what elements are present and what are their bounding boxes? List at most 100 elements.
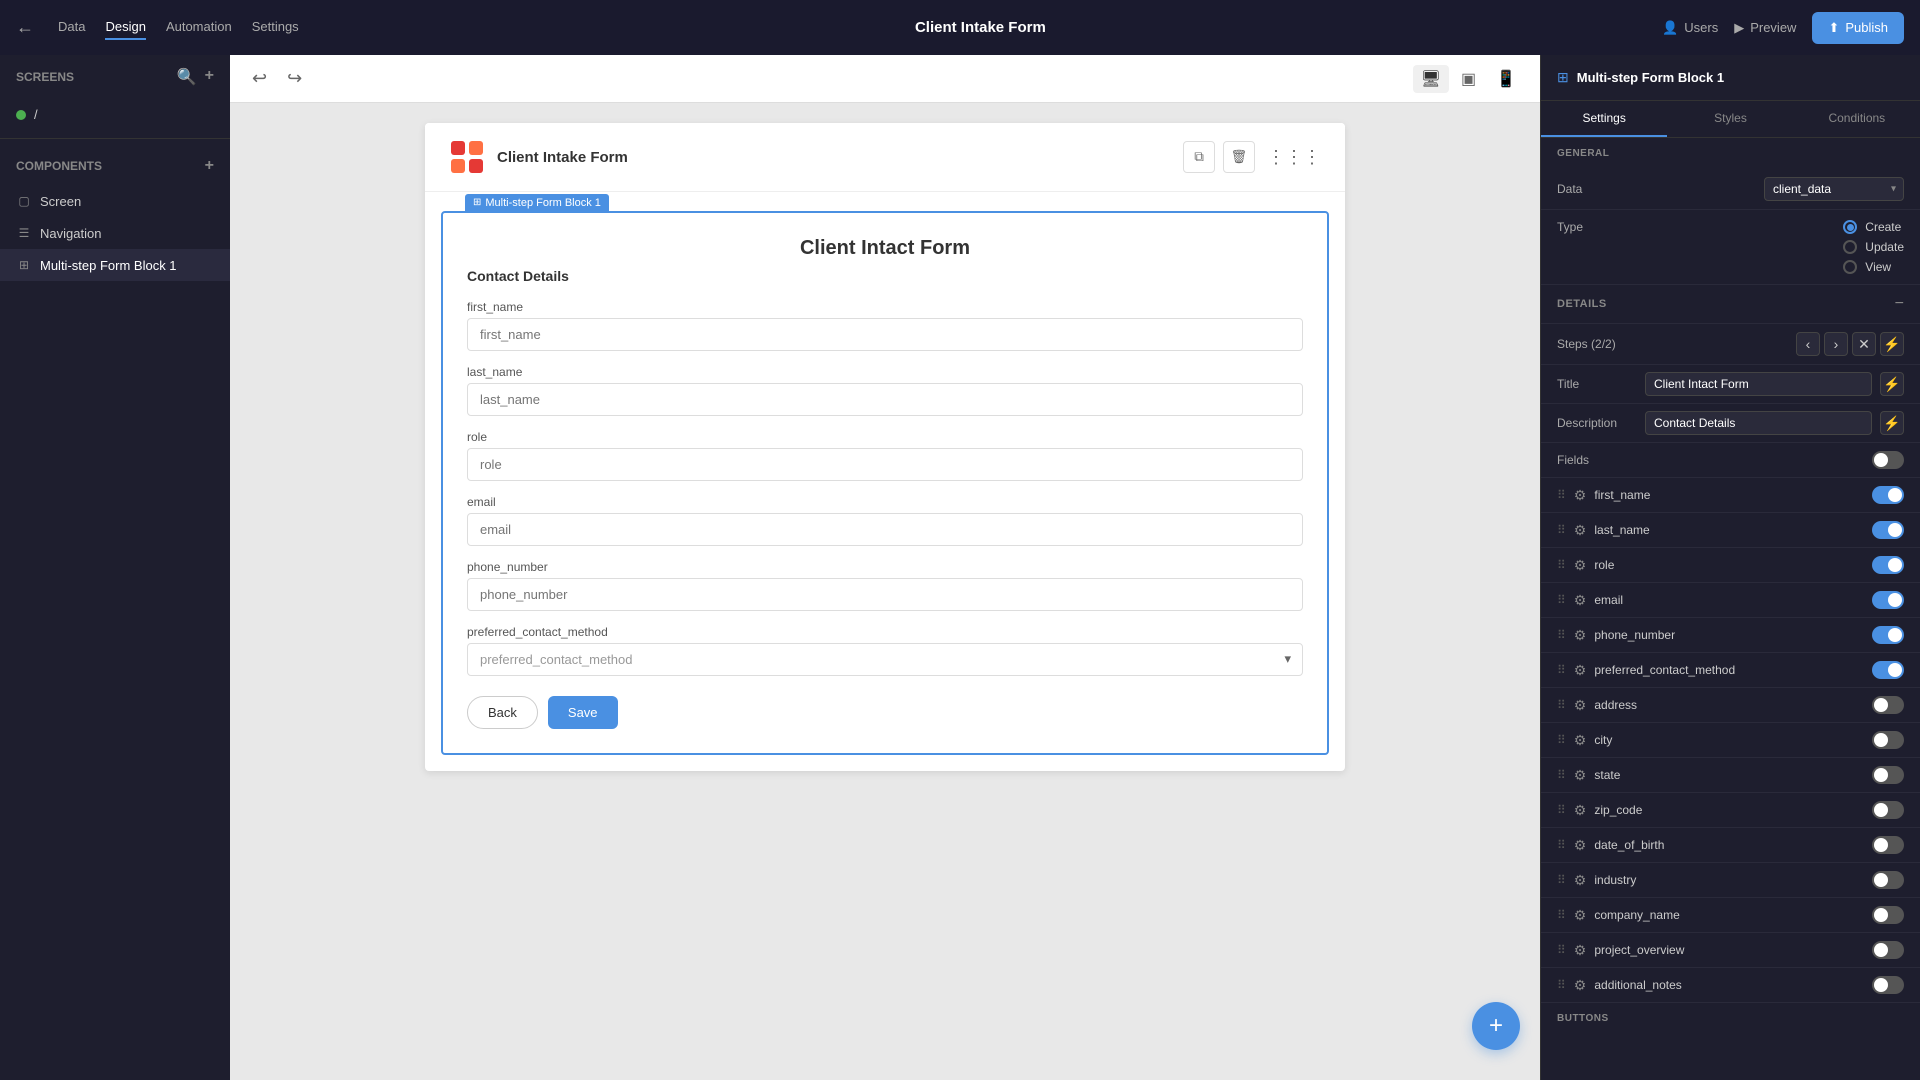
gear-icon-state[interactable]: ⚙ — [1574, 767, 1587, 784]
drag-handle-project-overview[interactable]: ⠿ — [1557, 943, 1566, 957]
field-role-input[interactable] — [467, 448, 1303, 481]
toggle-address[interactable] — [1872, 696, 1904, 714]
field-name-additional-notes: additional_notes — [1594, 978, 1864, 992]
toggle-date-of-birth[interactable] — [1872, 836, 1904, 854]
drag-handle-phone-number[interactable]: ⠿ — [1557, 628, 1566, 642]
drag-handle-date-of-birth[interactable]: ⠿ — [1557, 838, 1566, 852]
nav-design[interactable]: Design — [105, 15, 145, 40]
gear-icon-preferred-contact[interactable]: ⚙ — [1574, 662, 1587, 679]
gear-icon-zip-code[interactable]: ⚙ — [1574, 802, 1587, 819]
fab-add-button[interactable]: + — [1472, 1002, 1520, 1050]
toggle-last-name[interactable] — [1872, 521, 1904, 539]
gear-icon-phone-number[interactable]: ⚙ — [1574, 627, 1587, 644]
search-icon[interactable]: 🔍 — [177, 67, 197, 87]
mobile-view-button[interactable]: 📱 — [1488, 65, 1524, 93]
field-last-name-input[interactable] — [467, 383, 1303, 416]
drag-handle-address[interactable]: ⠿ — [1557, 698, 1566, 712]
drag-handle-city[interactable]: ⠿ — [1557, 733, 1566, 747]
toggle-city[interactable] — [1872, 731, 1904, 749]
toggle-state[interactable] — [1872, 766, 1904, 784]
toggle-phone-number[interactable] — [1872, 626, 1904, 644]
field-email-input[interactable] — [467, 513, 1303, 546]
description-lightning-button[interactable]: ⚡ — [1880, 411, 1904, 435]
sidebar-item-multistep-form[interactable]: ⊞ Multi-step Form Block 1 — [0, 249, 230, 281]
toggle-role[interactable] — [1872, 556, 1904, 574]
tab-styles[interactable]: Styles — [1667, 101, 1793, 137]
drag-handle-zip-code[interactable]: ⠿ — [1557, 803, 1566, 817]
drag-handle-company-name[interactable]: ⠿ — [1557, 908, 1566, 922]
gear-icon-date-of-birth[interactable]: ⚙ — [1574, 837, 1587, 854]
toggle-email[interactable] — [1872, 591, 1904, 609]
gear-icon-project-overview[interactable]: ⚙ — [1574, 942, 1587, 959]
toggle-preferred-contact[interactable] — [1872, 661, 1904, 679]
toggle-additional-notes[interactable] — [1872, 976, 1904, 994]
redo-button[interactable]: ↪ — [281, 64, 308, 93]
toggle-zip-code[interactable] — [1872, 801, 1904, 819]
data-label: Data — [1557, 182, 1756, 196]
back-button[interactable]: ← — [16, 17, 34, 38]
type-update[interactable]: Update — [1843, 240, 1904, 254]
steps-lightning-button[interactable]: ⚡ — [1880, 332, 1904, 356]
nav-data[interactable]: Data — [58, 15, 85, 40]
nav-settings[interactable]: Settings — [252, 15, 299, 40]
add-component-icon[interactable]: + — [205, 157, 214, 175]
duplicate-button[interactable]: ⧉ — [1183, 141, 1215, 173]
add-screen-icon[interactable]: + — [205, 67, 214, 87]
drag-handle-state[interactable]: ⠿ — [1557, 768, 1566, 782]
drag-handle-role[interactable]: ⠿ — [1557, 558, 1566, 572]
title-input[interactable] — [1645, 372, 1872, 396]
form-main-title: Client Intact Form — [467, 237, 1303, 260]
steps-prev-button[interactable]: ‹ — [1796, 332, 1820, 356]
drag-handle-first-name[interactable]: ⠿ — [1557, 488, 1566, 502]
preview-button[interactable]: ▶ Preview — [1734, 20, 1796, 36]
sidebar-item-screen[interactable]: ▢ Screen — [0, 185, 230, 217]
drag-handle-preferred-contact[interactable]: ⠿ — [1557, 663, 1566, 677]
data-select[interactable]: client_data — [1764, 177, 1904, 201]
field-phone-number-input[interactable] — [467, 578, 1303, 611]
gear-icon-last-name[interactable]: ⚙ — [1574, 522, 1587, 539]
toggle-first-name[interactable] — [1872, 486, 1904, 504]
drag-handle-last-name[interactable]: ⠿ — [1557, 523, 1566, 537]
back-form-button[interactable]: Back — [467, 696, 538, 729]
app-logo — [449, 139, 485, 175]
gear-icon-first-name[interactable]: ⚙ — [1574, 487, 1587, 504]
steps-close-button[interactable]: ✕ — [1852, 332, 1876, 356]
gear-icon-industry[interactable]: ⚙ — [1574, 872, 1587, 889]
users-button[interactable]: 👤 Users — [1662, 20, 1718, 36]
desktop-view-button[interactable]: 🖥 — [1413, 65, 1449, 93]
gear-icon-email[interactable]: ⚙ — [1574, 592, 1587, 609]
field-item-project-overview: ⠿ ⚙ project_overview — [1541, 933, 1920, 968]
save-form-button[interactable]: Save — [548, 696, 618, 729]
gear-icon-address[interactable]: ⚙ — [1574, 697, 1587, 714]
publish-button[interactable]: ⬆ Publish — [1812, 12, 1904, 44]
nav-automation[interactable]: Automation — [166, 15, 232, 40]
drag-handle-industry[interactable]: ⠿ — [1557, 873, 1566, 887]
steps-next-button[interactable]: › — [1824, 332, 1848, 356]
undo-button[interactable]: ↩ — [246, 64, 273, 93]
screen-item-root[interactable]: / — [0, 99, 230, 130]
description-input[interactable] — [1645, 411, 1872, 435]
field-name-email: email — [1594, 593, 1864, 607]
gear-icon-additional-notes[interactable]: ⚙ — [1574, 977, 1587, 994]
gear-icon-city[interactable]: ⚙ — [1574, 732, 1587, 749]
gear-icon-role[interactable]: ⚙ — [1574, 557, 1587, 574]
toggle-company-name[interactable] — [1872, 906, 1904, 924]
toggle-project-overview[interactable] — [1872, 941, 1904, 959]
tab-settings[interactable]: Settings — [1541, 101, 1667, 137]
details-collapse-button[interactable]: − — [1895, 295, 1904, 313]
type-view[interactable]: View — [1843, 260, 1904, 274]
type-create[interactable]: Create — [1843, 220, 1904, 234]
field-first-name-input[interactable] — [467, 318, 1303, 351]
gear-icon-company-name[interactable]: ⚙ — [1574, 907, 1587, 924]
sidebar-item-navigation[interactable]: ☰ Navigation — [0, 217, 230, 249]
delete-button[interactable]: 🗑 — [1223, 141, 1255, 173]
toggle-industry[interactable] — [1872, 871, 1904, 889]
title-lightning-button[interactable]: ⚡ — [1880, 372, 1904, 396]
more-options-icon[interactable]: ⋮⋮⋮ — [1267, 147, 1321, 168]
drag-handle-email[interactable]: ⠿ — [1557, 593, 1566, 607]
fields-global-toggle[interactable] — [1872, 451, 1904, 469]
field-preferred-contact-select[interactable]: preferred_contact_method — [467, 643, 1303, 676]
tablet-view-button[interactable]: ▣ — [1453, 65, 1484, 93]
drag-handle-additional-notes[interactable]: ⠿ — [1557, 978, 1566, 992]
tab-conditions[interactable]: Conditions — [1794, 101, 1920, 137]
